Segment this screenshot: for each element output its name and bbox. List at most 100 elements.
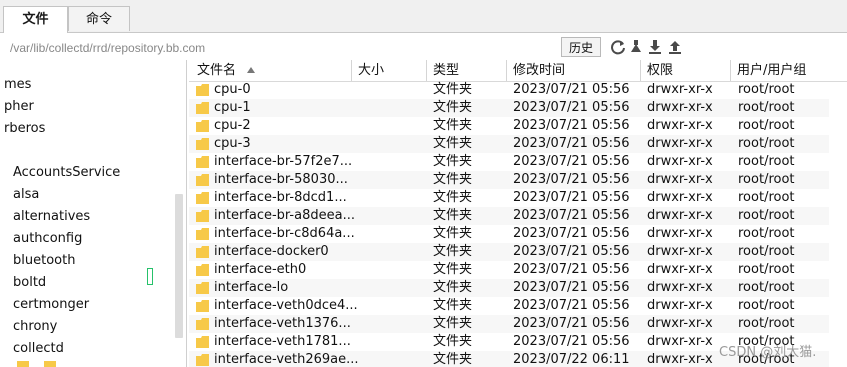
cell-permission: drwxr-xr-x (647, 154, 713, 169)
tree-item[interactable]: boltd (13, 272, 46, 294)
tree-scrollbar[interactable] (175, 194, 183, 338)
cell-type: 文件夹 (433, 244, 473, 259)
folder-icon (196, 282, 209, 294)
cell-modified: 2023/07/21 05:56 (513, 226, 630, 241)
table-row[interactable]: interface-veth1376... 文件夹 2023/07/21 05:56… (189, 315, 829, 333)
cell-owner: root/root (738, 118, 795, 133)
table-row[interactable]: cpu-2 文件夹 2023/07/21 05:56 drwxr-xr-x root/r… (189, 117, 829, 135)
cell-type: 文件夹 (433, 172, 473, 187)
cell-owner: root/root (738, 298, 795, 313)
cell-permission: drwxr-xr-x (647, 334, 713, 349)
tree-item[interactable]: rberos (4, 118, 45, 140)
cell-name: interface-br-c8d64a... (214, 226, 355, 241)
cell-modified: 2023/07/22 06:11 (513, 352, 630, 367)
tree-item[interactable]: AccountsService (13, 162, 120, 184)
column-header-type[interactable]: 类型 (426, 60, 506, 81)
tree-item[interactable]: bluetooth (13, 250, 75, 272)
folder-icon (196, 174, 209, 186)
tree-item[interactable]: authconfig (13, 228, 82, 250)
cell-type: 文件夹 (433, 280, 473, 295)
folder-icon (196, 192, 209, 204)
cell-type: 文件夹 (433, 352, 473, 367)
folder-icon (44, 361, 56, 367)
folder-icon (196, 336, 209, 348)
table-row[interactable]: cpu-1 文件夹 2023/07/21 05:56 drwxr-xr-x root/r… (189, 99, 829, 117)
column-header-modified[interactable]: 修改时间 (506, 60, 640, 81)
table-row[interactable]: interface-br-57f2e7... 文件夹 2023/07/21 05:5… (189, 153, 829, 171)
table-row[interactable]: cpu-3 文件夹 2023/07/21 05:56 drwxr-xr-x root/r… (189, 135, 829, 153)
cell-owner: root/root (738, 226, 795, 241)
cell-modified: 2023/07/21 05:56 (513, 262, 630, 277)
tab-commands[interactable]: 命令 (68, 6, 130, 31)
folder-icon (196, 210, 209, 222)
table-row[interactable]: interface-br-8dcd1... 文件夹 2023/07/21 05:56… (189, 189, 829, 207)
cell-name: cpu-1 (214, 100, 251, 115)
cell-permission: drwxr-xr-x (647, 136, 713, 151)
folder-icon (196, 318, 209, 330)
cell-permission: drwxr-xr-x (647, 82, 713, 97)
tree-item[interactable]: chrony (13, 316, 57, 338)
cell-name: interface-veth1781... (214, 334, 351, 349)
upload-icon[interactable] (667, 39, 683, 55)
tree-item[interactable]: certmonger (13, 294, 89, 316)
tree-item[interactable]: pher (4, 96, 34, 118)
tree-item[interactable]: alternatives (13, 206, 90, 228)
cell-name: interface-veth269ae... (214, 352, 359, 367)
cell-type: 文件夹 (433, 208, 473, 223)
cell-modified: 2023/07/21 05:56 (513, 82, 630, 97)
tab-files[interactable]: 文件 (3, 6, 68, 33)
folder-icon (196, 246, 209, 258)
cell-modified: 2023/07/21 05:56 (513, 334, 630, 349)
cell-type: 文件夹 (433, 136, 473, 151)
tree-item[interactable]: alsa (13, 184, 39, 206)
sort-asc-icon (247, 67, 256, 73)
table-row[interactable]: cpu-0 文件夹 2023/07/21 05:56 drwxr-xr-x root/r… (189, 81, 829, 99)
cell-permission: drwxr-xr-x (647, 352, 713, 367)
table-row[interactable]: interface-docker0 文件夹 2023/07/21 05:56 drwx… (189, 243, 829, 261)
upload-arrow-icon[interactable] (628, 39, 644, 55)
directory-tree: mes pher rberos AccountsService alsa alt… (0, 60, 187, 367)
cell-name: interface-br-8dcd1... (214, 190, 347, 205)
tree-item[interactable]: collectd (13, 338, 64, 360)
cursor-marker (147, 268, 153, 285)
cell-owner: root/root (738, 262, 795, 277)
tree-item[interactable]: mes (4, 74, 31, 96)
cell-owner: root/root (738, 190, 795, 205)
history-button[interactable]: 历史 (561, 37, 601, 57)
table-row[interactable]: interface-br-58030... 文件夹 2023/07/21 05:56… (189, 171, 829, 189)
cell-type: 文件夹 (433, 262, 473, 277)
cell-permission: drwxr-xr-x (647, 262, 713, 277)
folder-icon (196, 120, 209, 132)
column-header-owner[interactable]: 用户/用户组 (730, 60, 847, 81)
cell-permission: drwxr-xr-x (647, 298, 713, 313)
cell-modified: 2023/07/21 05:56 (513, 280, 630, 295)
path-input[interactable] (8, 37, 560, 59)
watermark: CSDN @刘大猫. (719, 345, 817, 360)
cell-owner: root/root (738, 82, 795, 97)
table-row[interactable]: interface-br-c8d64a... 文件夹 2023/07/21 05:5… (189, 225, 829, 243)
cell-type: 文件夹 (433, 82, 473, 97)
tab-bar: 文件 命令 (0, 0, 847, 33)
cell-permission: drwxr-xr-x (647, 226, 713, 241)
cell-permission: drwxr-xr-x (647, 172, 713, 187)
column-header-size[interactable]: 大小 (351, 60, 426, 81)
refresh-icon[interactable] (610, 39, 626, 55)
folder-icon (196, 300, 209, 312)
table-row[interactable]: interface-eth0 文件夹 2023/07/21 05:56 drwxr-x… (189, 261, 829, 279)
file-list: 文件名 大小 类型 修改时间 权限 用户/用户组 cpu-0 文件夹 2023/07… (189, 60, 847, 367)
cell-owner: root/root (738, 154, 795, 169)
folder-icon (17, 361, 29, 367)
cell-modified: 2023/07/21 05:56 (513, 190, 630, 205)
cell-modified: 2023/07/21 05:56 (513, 316, 630, 331)
cell-permission: drwxr-xr-x (647, 100, 713, 115)
download-icon[interactable] (647, 39, 663, 55)
cell-name: interface-br-a8deea... (214, 208, 355, 223)
cell-modified: 2023/07/21 05:56 (513, 172, 630, 187)
folder-icon (196, 138, 209, 150)
table-row[interactable]: interface-br-a8deea... 文件夹 2023/07/21 05:5… (189, 207, 829, 225)
table-row[interactable]: interface-lo 文件夹 2023/07/21 05:56 drwxr-xr-… (189, 279, 829, 297)
column-header-name[interactable]: 文件名 (191, 60, 351, 81)
cell-permission: drwxr-xr-x (647, 190, 713, 205)
column-header-permission[interactable]: 权限 (640, 60, 730, 81)
table-row[interactable]: interface-veth0dce4... 文件夹 2023/07/21 05:5… (189, 297, 829, 315)
